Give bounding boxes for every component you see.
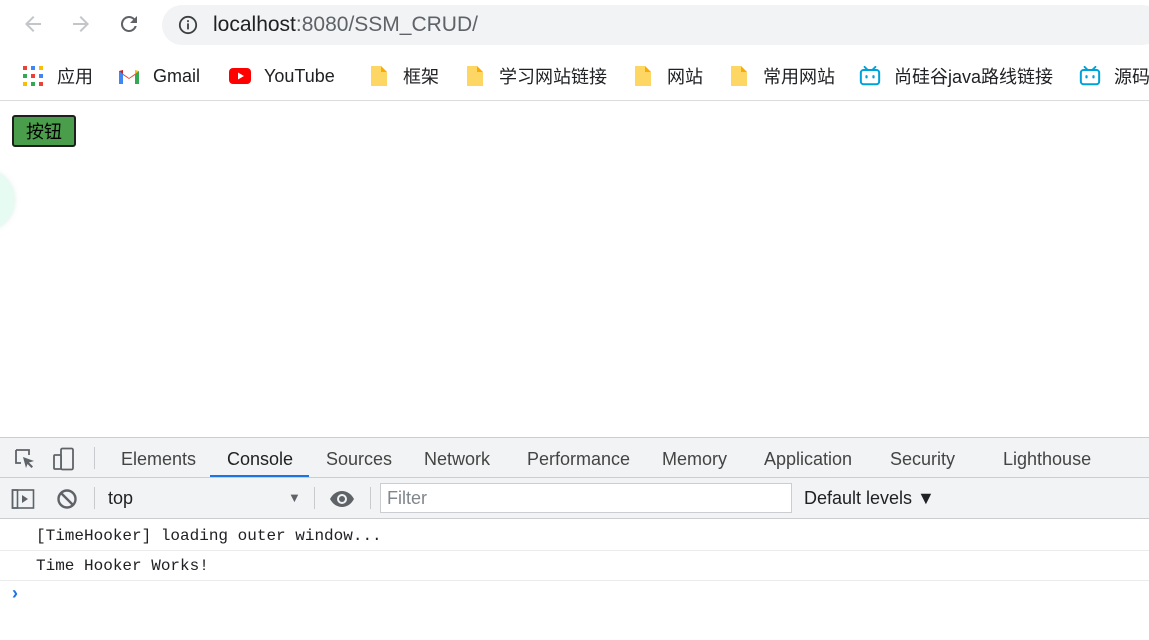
tab-lighthouse[interactable]: Lighthouse [1003, 449, 1091, 470]
console-message-text: Time Hooker Works! [36, 557, 209, 575]
tab-network[interactable]: Network [424, 449, 490, 470]
log-levels-dropdown[interactable]: Default levels ▼ [804, 488, 935, 509]
toolbar-divider [370, 487, 371, 509]
bilibili-icon [1079, 65, 1101, 87]
bookmark-folder-sites[interactable]: 网站 [632, 64, 703, 88]
bookmarks-bar: 应用 Gmail YouTube 框架 学习网站链接 网站 常用网站 尚硅谷ja… [0, 52, 1149, 101]
context-select[interactable]: top [108, 488, 133, 509]
console-toolbar: top ▼ Default levels ▼ [0, 478, 1149, 519]
devtools-panel: Elements Console Sources Network Perform… [0, 437, 1149, 640]
reload-button[interactable] [115, 10, 143, 38]
tab-console[interactable]: Console [227, 449, 293, 470]
tab-application[interactable]: Application [764, 449, 852, 470]
bookmark-folder-study[interactable]: 学习网站链接 [464, 64, 607, 88]
tab-performance[interactable]: Performance [527, 449, 630, 470]
bookmark-label: 应用 [57, 67, 93, 87]
show-sidebar-button[interactable] [11, 488, 35, 510]
inspect-cursor-icon [15, 449, 34, 468]
bookmark-youtube[interactable]: YouTube [229, 64, 335, 88]
url-host: localhost [213, 13, 296, 36]
floating-side-widget[interactable] [0, 170, 14, 230]
clear-block-icon [57, 489, 77, 509]
url-path: :8080/SSM_CRUD/ [295, 13, 478, 36]
bookmark-label: YouTube [264, 65, 335, 86]
apps-grid-icon [22, 65, 44, 87]
tab-elements[interactable]: Elements [121, 449, 196, 470]
bookmark-label: 常用网站 [763, 67, 835, 87]
bookmark-label: Gmail [153, 65, 201, 86]
bookmark-label: 网站 [667, 67, 703, 87]
tab-sources[interactable]: Sources [326, 449, 392, 470]
filter-input[interactable] [387, 488, 785, 508]
bookmark-apps[interactable]: 应用 [22, 64, 93, 88]
tab-memory[interactable]: Memory [662, 449, 727, 470]
folder-icon [464, 65, 486, 87]
devtools-tab-bar: Elements Console Sources Network Perform… [0, 437, 1149, 478]
eye-icon [330, 491, 354, 507]
browser-toolbar: localhost:8080/SSM_CRUD/ [0, 0, 1149, 52]
info-icon[interactable] [178, 15, 198, 35]
tab-security[interactable]: Security [890, 449, 955, 470]
bookmark-folder-common[interactable]: 常用网站 [728, 64, 835, 88]
console-message: Time Hooker Works! [0, 551, 1149, 581]
toolbar-divider [94, 447, 95, 469]
bookmark-label: 学习网站链接 [499, 67, 607, 87]
bookmark-label: 源码 [1114, 67, 1149, 87]
active-tab-indicator [210, 475, 309, 477]
bookmark-folder-kuangjia[interactable]: 框架 [368, 64, 439, 88]
forward-button[interactable] [67, 10, 95, 38]
device-toolbar-button[interactable] [52, 447, 76, 471]
filter-box [380, 483, 792, 513]
live-expression-button[interactable] [328, 488, 356, 510]
youtube-icon [229, 65, 251, 87]
reload-icon [120, 15, 137, 32]
gmail-icon [118, 65, 140, 87]
device-mode-icon [53, 447, 74, 471]
toolbar-divider [314, 487, 315, 509]
bookmark-bilibili-source[interactable]: 源码 [1079, 64, 1149, 88]
toolbar-divider [94, 487, 95, 509]
bookmark-bilibili-java[interactable]: 尚硅谷java路线链接 [859, 64, 1053, 88]
bilibili-icon [859, 65, 881, 87]
folder-icon [728, 65, 750, 87]
context-dropdown-arrow-icon[interactable]: ▼ [288, 490, 301, 505]
bookmark-label: 框架 [403, 67, 439, 87]
forward-arrow-icon [73, 16, 89, 32]
folder-icon [368, 65, 390, 87]
back-arrow-icon [25, 16, 41, 32]
bookmark-label: 尚硅谷java路线链接 [894, 67, 1054, 87]
console-message: [TimeHooker] loading outer window... [0, 521, 1149, 551]
page-button[interactable]: 按钮 [12, 115, 76, 147]
address-bar[interactable]: localhost:8080/SSM_CRUD/ [162, 5, 1149, 45]
sidebar-toggle-icon [11, 489, 35, 509]
console-prompt-icon[interactable]: › [12, 583, 18, 604]
clear-console-button[interactable] [55, 488, 79, 510]
console-message-text: [TimeHooker] loading outer window... [36, 527, 382, 545]
folder-icon [632, 65, 654, 87]
url-text: localhost:8080/SSM_CRUD/ [213, 13, 478, 37]
bookmark-gmail[interactable]: Gmail [118, 64, 200, 88]
inspect-element-button[interactable] [13, 448, 37, 470]
back-button[interactable] [19, 10, 47, 38]
